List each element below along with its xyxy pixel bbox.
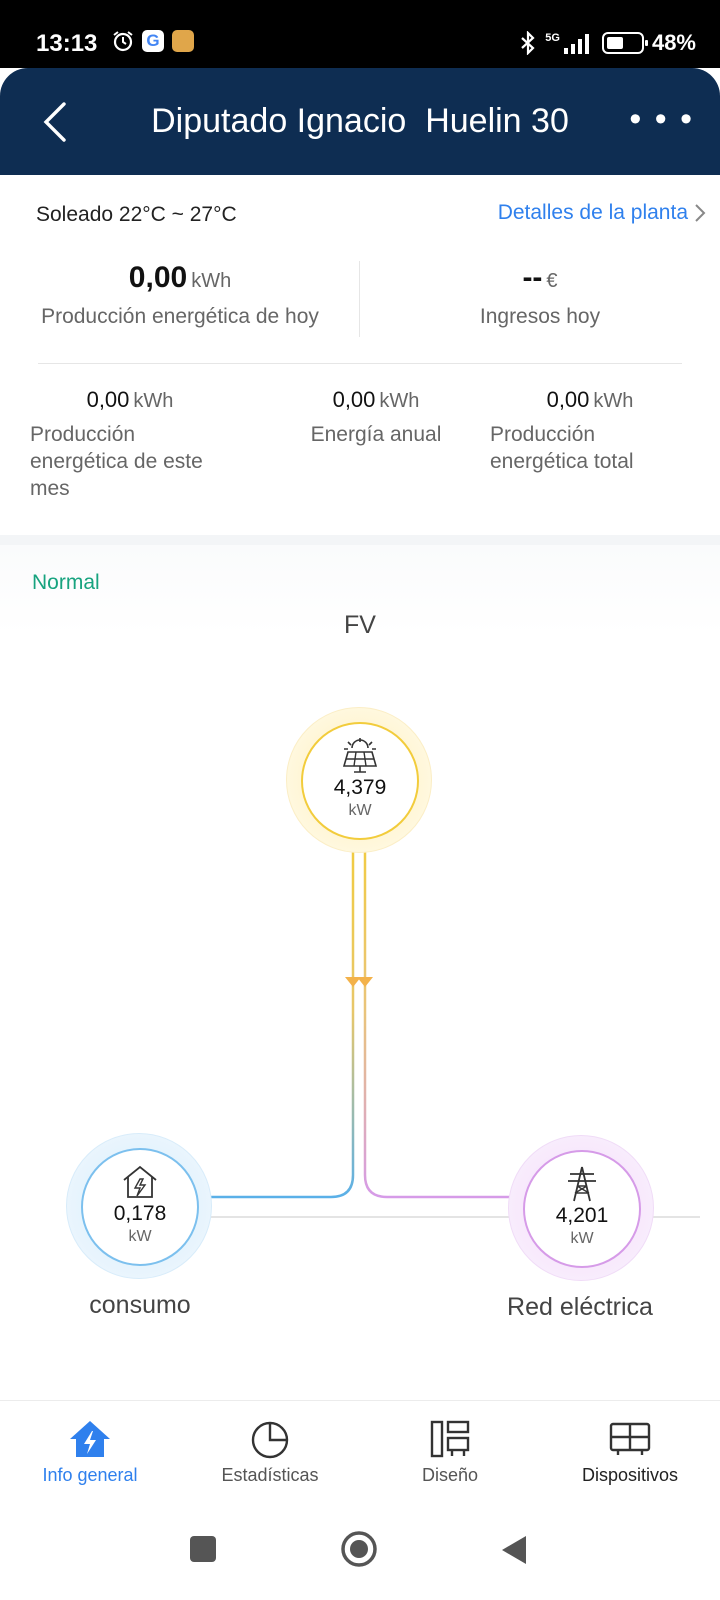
grid-label: Red eléctrica <box>507 1293 653 1321</box>
divider <box>359 261 360 337</box>
more-options-icon[interactable]: • • • <box>629 100 694 139</box>
system-icons: 5G 48% <box>519 30 696 56</box>
house-energy-icon <box>123 1165 157 1198</box>
divider <box>38 363 682 364</box>
tab-label: Diseño <box>421 1465 479 1485</box>
pv-unit: kW <box>348 802 372 819</box>
total-production-unit: kWh <box>593 390 634 412</box>
pv-to-consumption-line <box>203 825 355 1199</box>
bottom-tab-bar: Info general Estadísticas Diseño Disposi… <box>0 1400 720 1500</box>
pv-label: FV <box>344 611 376 639</box>
consumption-node[interactable]: 0,178 kW <box>66 1133 212 1279</box>
today-production-label: Producción energética de hoy <box>41 305 319 328</box>
tab-dispositivos[interactable]: Dispositivos <box>540 1419 720 1486</box>
power-tower-icon <box>568 1166 596 1202</box>
tab-label: Estadísticas <box>221 1465 319 1485</box>
status-time: 13:13 <box>36 30 98 57</box>
solar-panel-icon <box>342 738 378 773</box>
battery-icon <box>601 32 648 54</box>
chevron-right-icon <box>695 204 706 222</box>
tab-estadisticas[interactable]: Estadísticas <box>180 1419 360 1486</box>
tab-diseno[interactable]: Diseño <box>360 1419 540 1486</box>
today-income-label: Ingresos hoy <box>479 305 601 328</box>
energy-summary: Soleado 22°C ~ 27°C Detalles de la plant… <box>0 175 720 535</box>
consumption-unit: kW <box>128 1228 152 1245</box>
devices-icon <box>609 1422 651 1455</box>
month-production: 0,00 kWh Producción energética de este me… <box>30 387 230 502</box>
battery-percent: 48% <box>651 30 696 55</box>
annual-energy-value: 0,00 <box>332 387 376 412</box>
system-navigation-bar <box>0 1500 720 1600</box>
package-app-icon <box>172 30 194 52</box>
home-button[interactable] <box>340 1530 378 1568</box>
recent-apps-button[interactable] <box>188 1534 218 1564</box>
grid-node[interactable]: 4,201 kW <box>508 1135 654 1281</box>
today-income-value: -- <box>522 261 543 294</box>
today-production-value: 0,00 <box>128 261 188 294</box>
grid-unit: kW <box>570 1230 594 1247</box>
flow-arrow-icon <box>345 977 373 987</box>
alarm-icon <box>113 31 133 52</box>
annual-energy-unit: kWh <box>379 390 420 412</box>
signal-icon <box>563 34 589 54</box>
weather-info: Soleado 22°C ~ 27°C <box>36 203 237 226</box>
today-income-unit: € <box>546 270 558 292</box>
month-production-label: Producción energética de este mes <box>30 423 203 500</box>
tab-label: Dispositivos <box>581 1465 679 1485</box>
annual-energy: 0,00 kWh Energía anual <box>276 387 476 448</box>
total-production-value: 0,00 <box>546 387 590 412</box>
google-icon: G <box>142 30 164 52</box>
tab-info-general[interactable]: Info general <box>0 1419 180 1486</box>
bluetooth-icon <box>521 31 535 55</box>
total-production: 0,00 kWh Producción energética total <box>490 387 690 475</box>
today-production-unit: kWh <box>191 270 232 292</box>
energy-flow: Normal FV 4,379 kW 0,178 kW consumo 4,20… <box>0 545 720 1400</box>
home-bolt-icon <box>70 1421 110 1457</box>
plant-details-label: Detalles de la planta <box>497 201 688 224</box>
today-income: -- € Ingresos hoy <box>380 261 700 329</box>
layout-icon <box>430 1420 470 1458</box>
month-production-unit: kWh <box>133 390 174 412</box>
page-title: Diputado Ignacio Huelin 30 <box>151 102 569 140</box>
app-header: Diputado Ignacio Huelin 30 • • • <box>0 68 720 175</box>
plant-details-link[interactable]: Detalles de la planta <box>498 201 706 225</box>
grid-value: 4,201 <box>555 1204 609 1227</box>
total-production-label: Producción energética total <box>490 423 634 473</box>
consumption-label: consumo <box>89 1291 191 1319</box>
tab-label: Info general <box>42 1465 138 1485</box>
month-production-value: 0,00 <box>86 387 130 412</box>
consumption-value: 0,178 <box>113 1202 167 1225</box>
pv-to-grid-line <box>363 825 520 1199</box>
section-separator <box>0 535 720 545</box>
today-production: 0,00 kWh Producción energética de hoy <box>20 261 340 329</box>
status-bar: 13:13 G 5G 48% <box>0 0 720 68</box>
pie-chart-icon <box>251 1421 289 1459</box>
pv-node[interactable]: 4,379 kW <box>286 707 432 853</box>
notification-icons: G <box>112 30 194 52</box>
network-type: 5G <box>545 32 560 44</box>
back-button[interactable] <box>500 1534 528 1566</box>
annual-energy-label: Energía anual <box>310 423 442 446</box>
pv-value: 4,379 <box>333 776 387 799</box>
